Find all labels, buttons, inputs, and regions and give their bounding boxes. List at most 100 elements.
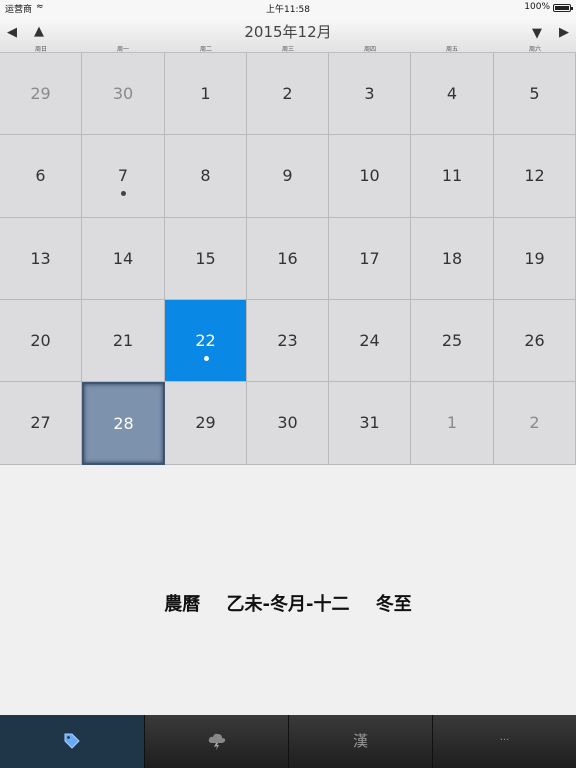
day-cell[interactable]: 6 xyxy=(0,135,82,218)
day-number: 23 xyxy=(277,331,298,350)
day-number: 10 xyxy=(359,166,380,185)
day-number: 13 xyxy=(30,249,51,268)
day-cell[interactable]: 29 xyxy=(165,382,247,465)
status-time: 上午11:58 xyxy=(266,5,310,15)
day-number: 12 xyxy=(524,166,545,185)
day-number: 27 xyxy=(30,413,51,432)
day-cell[interactable]: 10 xyxy=(329,135,411,218)
day-cell[interactable]: 23 xyxy=(247,300,329,382)
day-number: 7 xyxy=(117,166,129,185)
day-cell[interactable]: 18 xyxy=(411,218,494,300)
day-number: 22 xyxy=(195,331,216,350)
day-cell[interactable]: 14 xyxy=(82,218,165,300)
next-month-button[interactable]: ▶ xyxy=(559,26,569,40)
day-number: 30 xyxy=(277,413,298,432)
day-number: 1 xyxy=(200,84,211,103)
day-number: 15 xyxy=(195,249,216,268)
weekday-header: 周日 周一 周二 周三 周四 周五 周六 xyxy=(0,44,576,53)
day-cell[interactable]: 1 xyxy=(411,382,494,465)
weekday-sun: 周日 xyxy=(34,46,47,53)
tab-bar: 漢 ··· xyxy=(0,715,576,768)
day-number: 24 xyxy=(359,331,380,350)
day-number: 1 xyxy=(446,413,458,432)
battery-icon xyxy=(553,4,573,12)
day-cell[interactable]: 7 xyxy=(82,135,165,218)
status-bar: 运营商 ≈ 上午11:58 100% xyxy=(0,0,576,16)
day-number: 26 xyxy=(524,331,545,350)
tab-more[interactable]: ··· xyxy=(433,715,576,768)
day-cell[interactable]: 11 xyxy=(411,135,494,218)
day-cell[interactable]: 2 xyxy=(247,53,329,135)
day-number: 2 xyxy=(529,413,540,432)
tab-chinese[interactable]: 漢 xyxy=(289,715,433,768)
day-number: 3 xyxy=(364,84,375,103)
weekday-wed: 周三 xyxy=(281,46,294,53)
day-cell[interactable]: 27 xyxy=(0,382,82,465)
day-number: 8 xyxy=(200,166,211,185)
calendar-grid: 29 30 1 2 3 4 5 6 7 8 9 10 11 12 13 14 1… xyxy=(0,53,576,465)
weekday-mon: 周一 xyxy=(116,46,129,53)
day-number: 5 xyxy=(529,84,540,103)
weekday-fri: 周五 xyxy=(445,46,458,53)
day-cell[interactable]: 25 xyxy=(411,300,494,382)
next-year-button[interactable]: ▼ xyxy=(532,27,542,41)
day-cell[interactable]: 16 xyxy=(247,218,329,300)
storm-cloud-icon xyxy=(145,732,288,754)
tab-tags[interactable] xyxy=(0,715,145,768)
day-cell[interactable]: 24 xyxy=(329,300,411,382)
battery-percent: 100% xyxy=(524,2,550,12)
day-cell[interactable]: 31 xyxy=(329,382,411,465)
day-number: 4 xyxy=(446,84,458,103)
day-cell[interactable]: 1 xyxy=(165,53,247,135)
tab-weather[interactable] xyxy=(145,715,289,768)
weekday-thu: 周四 xyxy=(363,46,376,53)
day-cell-today[interactable]: 28 xyxy=(82,382,165,465)
day-cell[interactable]: 19 xyxy=(494,218,576,300)
day-cell-selected[interactable]: 22 xyxy=(165,300,247,382)
day-number: 17 xyxy=(359,249,380,268)
day-number: 29 xyxy=(30,84,51,103)
day-cell[interactable]: 4 xyxy=(411,53,494,135)
weekday-tue: 周二 xyxy=(199,46,212,53)
han-character-label: 漢 xyxy=(352,732,368,750)
day-cell[interactable]: 12 xyxy=(494,135,576,218)
day-number: 16 xyxy=(277,249,298,268)
event-dot xyxy=(203,356,209,361)
day-number: 14 xyxy=(112,249,134,268)
day-cell[interactable]: 21 xyxy=(82,300,165,382)
day-number: 21 xyxy=(112,331,134,350)
day-number: 30 xyxy=(112,84,134,103)
day-cell[interactable]: 9 xyxy=(247,135,329,218)
day-number: 25 xyxy=(441,331,463,350)
day-cell[interactable]: 5 xyxy=(494,53,576,135)
month-title: 2015年12月 xyxy=(244,23,332,41)
day-cell[interactable]: 20 xyxy=(0,300,82,382)
day-number: 20 xyxy=(30,331,51,350)
day-cell[interactable]: 17 xyxy=(329,218,411,300)
day-cell[interactable]: 3 xyxy=(329,53,411,135)
day-cell[interactable]: 26 xyxy=(494,300,576,382)
tag-icon xyxy=(0,732,144,754)
day-number: 6 xyxy=(35,166,46,185)
day-number: 28 xyxy=(113,414,134,433)
day-number: 18 xyxy=(441,249,463,268)
day-number: 19 xyxy=(524,249,545,268)
day-cell[interactable]: 13 xyxy=(0,218,82,300)
calendar-header: ◀ ▲ 2015年12月 ▼ ▶ 周日 周一 周二 周三 周四 周五 周六 xyxy=(0,16,576,53)
day-detail-panel: 農曆 乙未-冬月-十二 冬至 xyxy=(0,466,576,715)
day-number: 2 xyxy=(282,84,293,103)
day-number: 9 xyxy=(282,166,293,185)
day-number: 11 xyxy=(441,166,463,185)
weekday-sat: 周六 xyxy=(528,46,541,53)
event-dot xyxy=(121,191,126,196)
lunar-label: 農曆 xyxy=(164,594,201,615)
day-cell[interactable]: 15 xyxy=(165,218,247,300)
day-cell[interactable]: 30 xyxy=(82,53,165,135)
solar-term: 冬至 xyxy=(375,594,412,615)
day-cell[interactable]: 29 xyxy=(0,53,82,135)
lunar-date-line: 農曆 乙未-冬月-十二 冬至 xyxy=(0,590,576,616)
day-cell[interactable]: 30 xyxy=(247,382,329,465)
day-cell[interactable]: 8 xyxy=(165,135,247,218)
day-cell[interactable]: 2 xyxy=(494,382,576,465)
day-number: 31 xyxy=(359,413,380,432)
